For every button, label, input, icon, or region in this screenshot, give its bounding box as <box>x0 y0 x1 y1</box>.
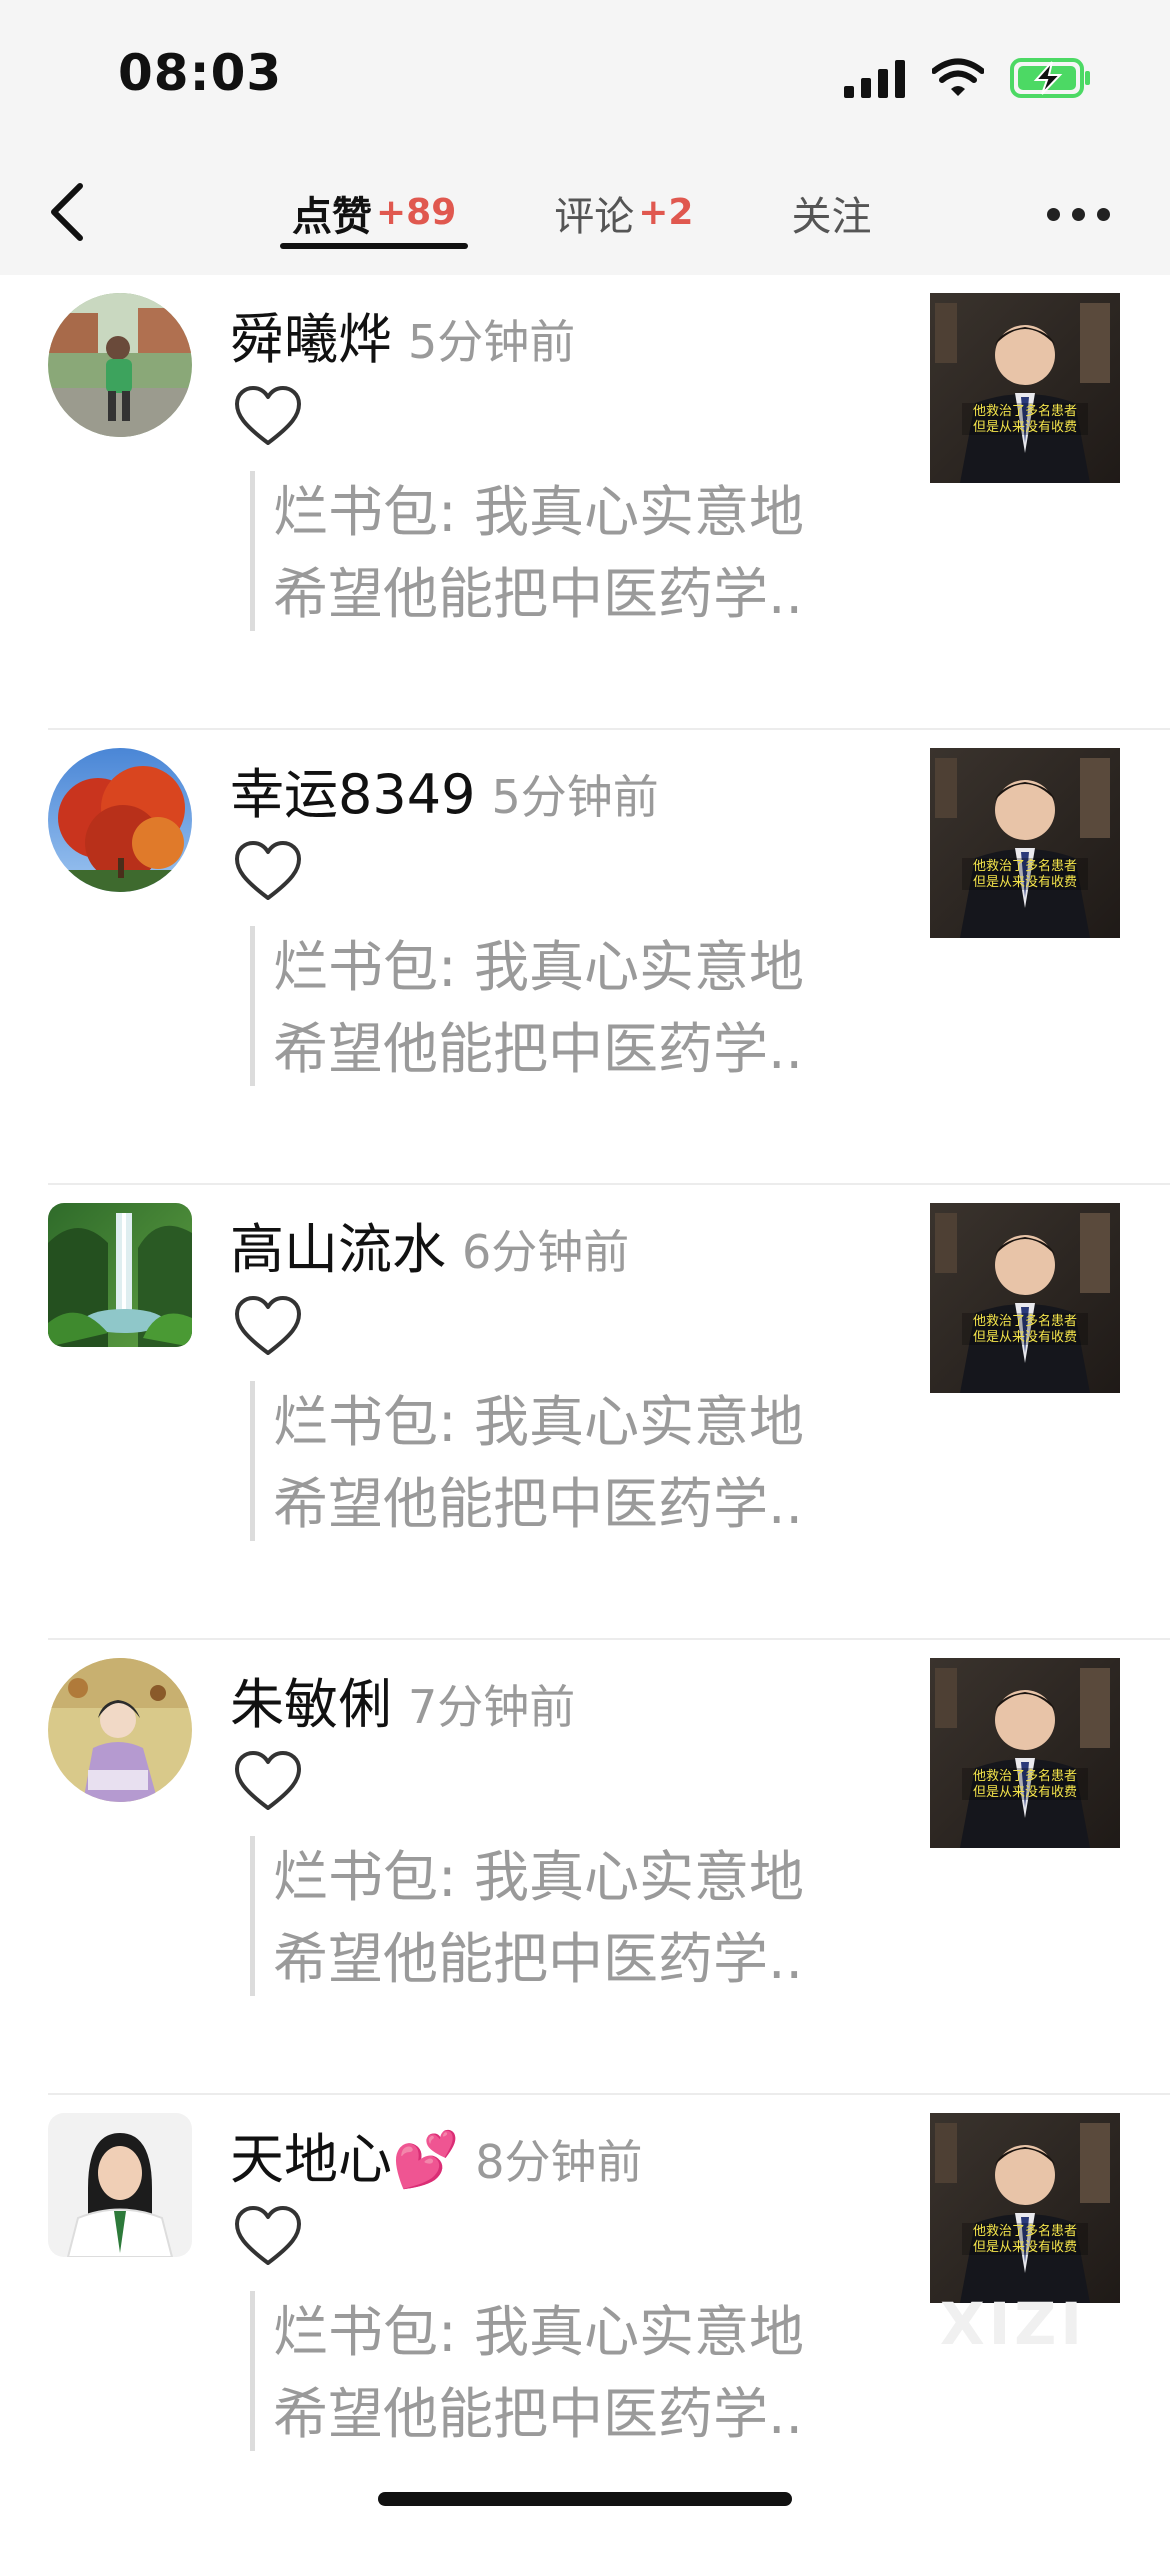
tab-comments[interactable]: 评论 +2 <box>542 150 705 275</box>
timestamp: 6分钟前 <box>462 1225 630 1279</box>
thumbnail-caption: 但是从来没有收费 <box>973 875 1077 890</box>
user-info: 幸运8349 5分钟前 <box>230 750 659 829</box>
quote-line: 烂书包: 我真心实意地 <box>273 935 805 999</box>
active-tab-indicator <box>280 243 469 249</box>
tab-likes[interactable]: 点赞 +89 <box>280 150 469 275</box>
list-item[interactable]: 高山流水 6分钟前 烂书包: 我真心实意地 希望他能把中医药学.. 他救治了多名… <box>0 1185 1170 1640</box>
quoted-comment[interactable]: 烂书包: 我真心实意地 希望他能把中医药学.. <box>250 471 923 631</box>
tab-follow-label: 关注 <box>791 193 872 240</box>
more-dot-icon <box>1097 208 1110 221</box>
list-item[interactable]: 朱敏俐 7分钟前 烂书包: 我真心实意地 希望他能把中医药学.. 他救治了多名患… <box>0 1640 1170 2095</box>
quote-line: 烂书包: 我真心实意地 <box>273 480 805 544</box>
thumbnail-caption: 但是从来没有收费 <box>973 2240 1077 2255</box>
user-info: 朱敏俐 7分钟前 <box>230 1660 575 1739</box>
thumbnail-caption: 他救治了多名患者 <box>973 858 1077 874</box>
avatar[interactable] <box>48 1658 192 1802</box>
thumbnail-caption: 他救治了多名患者 <box>973 1313 1077 1329</box>
heart-icon[interactable] <box>234 1750 302 1812</box>
watermark: XIZI <box>940 2290 1086 2358</box>
more-dot-icon <box>1047 208 1060 221</box>
more-dot-icon <box>1072 208 1085 221</box>
heart-icon[interactable] <box>234 385 302 447</box>
quote-line: 希望他能把中医药学.. <box>273 562 803 626</box>
wifi-icon <box>932 58 984 96</box>
nav-bar: 点赞 +89 评论 +2 关注 <box>0 150 1170 275</box>
heart-icon[interactable] <box>234 2205 302 2267</box>
quoted-comment[interactable]: 烂书包: 我真心实意地 希望他能把中医药学.. <box>250 1836 923 1996</box>
quote-line: 烂书包: 我真心实意地 <box>273 1390 805 1454</box>
user-name[interactable]: 舜曦烨 <box>230 295 392 374</box>
cellular-signal-icon <box>844 60 905 98</box>
user-info: 高山流水 6分钟前 <box>230 1205 629 1284</box>
status-bar: 08:03 <box>0 0 1170 150</box>
more-options-button[interactable] <box>1047 208 1110 221</box>
user-info: 天地心💕 8分钟前 <box>230 2115 643 2194</box>
list-item[interactable]: 幸运8349 5分钟前 烂书包: 我真心实意地 希望他能把中医药学.. 他救治了… <box>0 730 1170 1185</box>
timestamp: 8分钟前 <box>475 2135 643 2189</box>
avatar[interactable] <box>48 1203 192 1347</box>
tab-follow[interactable]: 关注 <box>779 150 883 275</box>
quote-line: 希望他能把中医药学.. <box>273 2382 803 2446</box>
avatar[interactable] <box>48 748 192 892</box>
video-thumbnail[interactable]: 他救治了多名患者 但是从来没有收费 <box>930 2113 1120 2303</box>
quote-line: 希望他能把中医药学.. <box>273 1927 803 1991</box>
quote-line: 希望他能把中医药学.. <box>273 1472 803 1536</box>
chevron-left-icon <box>51 183 83 241</box>
user-name[interactable]: 朱敏俐 <box>230 1660 392 1739</box>
home-indicator[interactable] <box>378 2492 792 2506</box>
tab-likes-count: +89 <box>376 192 457 233</box>
thumbnail-caption: 但是从来没有收费 <box>973 1785 1077 1800</box>
tab-comments-count: +2 <box>638 192 694 233</box>
timestamp: 5分钟前 <box>491 770 659 824</box>
quoted-comment[interactable]: 烂书包: 我真心实意地 希望他能把中医药学.. <box>250 1381 923 1541</box>
thumbnail-caption: 他救治了多名患者 <box>973 1768 1077 1784</box>
avatar[interactable] <box>48 2113 192 2257</box>
thumbnail-caption: 但是从来没有收费 <box>973 420 1077 435</box>
video-thumbnail[interactable]: 他救治了多名患者 但是从来没有收费 <box>930 1658 1120 1848</box>
user-name[interactable]: 天地心💕 <box>230 2115 459 2194</box>
quote-line: 希望他能把中医药学.. <box>273 1017 803 1081</box>
heart-icon[interactable] <box>234 840 302 902</box>
avatar[interactable] <box>48 293 192 437</box>
user-info: 舜曦烨 5分钟前 <box>230 295 575 374</box>
video-thumbnail[interactable]: 他救治了多名患者 但是从来没有收费 <box>930 293 1120 483</box>
video-thumbnail[interactable]: 他救治了多名患者 但是从来没有收费 <box>930 748 1120 938</box>
quoted-comment[interactable]: 烂书包: 我真心实意地 希望他能把中医药学.. <box>250 926 923 1086</box>
thumbnail-caption: 他救治了多名患者 <box>973 403 1077 419</box>
quote-line: 烂书包: 我真心实意地 <box>273 2300 805 2364</box>
video-thumbnail[interactable]: 他救治了多名患者 但是从来没有收费 <box>930 1203 1120 1393</box>
heart-icon[interactable] <box>234 1295 302 1357</box>
quote-line: 烂书包: 我真心实意地 <box>273 1845 805 1909</box>
back-button[interactable] <box>40 172 100 252</box>
tab-likes-label: 点赞 <box>292 193 372 240</box>
battery-charging-icon <box>1010 58 1090 98</box>
timestamp: 7分钟前 <box>408 1680 576 1734</box>
quoted-comment[interactable]: 烂书包: 我真心实意地 希望他能把中医药学.. <box>250 2291 923 2451</box>
tab-comments-label: 评论 <box>554 193 635 240</box>
user-name[interactable]: 高山流水 <box>230 1205 446 1284</box>
thumbnail-caption: 他救治了多名患者 <box>973 2223 1077 2239</box>
likes-list: 舜曦烨 5分钟前 烂书包: 我真心实意地 希望他能把中医药学.. 他救治了多名患… <box>0 275 1170 2550</box>
user-name[interactable]: 幸运8349 <box>230 750 475 829</box>
status-time: 08:03 <box>118 44 283 102</box>
list-item[interactable]: 舜曦烨 5分钟前 烂书包: 我真心实意地 希望他能把中医药学.. 他救治了多名患… <box>0 275 1170 730</box>
thumbnail-caption: 但是从来没有收费 <box>973 1330 1077 1345</box>
timestamp: 5分钟前 <box>408 315 576 369</box>
tab-bar: 点赞 +89 评论 +2 关注 <box>280 150 957 275</box>
status-icons <box>844 56 1092 100</box>
